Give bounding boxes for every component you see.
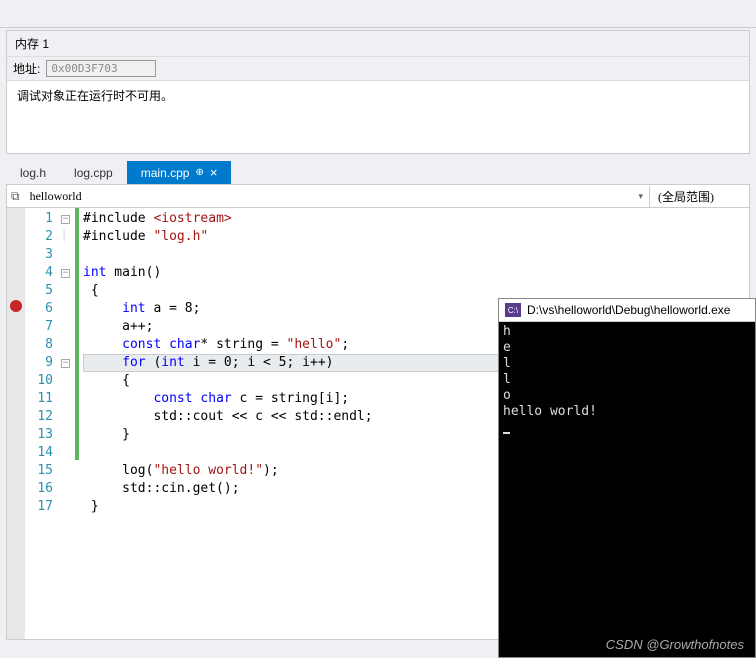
memory-address-label: 地址: [13,60,40,77]
fold-gutter[interactable]: −│−− [61,208,75,639]
memory-address-input[interactable] [46,60,156,77]
close-icon[interactable]: × [210,165,218,180]
memory-address-row: 地址: [7,57,749,81]
scope-dropdown-right[interactable]: (全局范围) [649,186,749,207]
tab-log-h[interactable]: log.h [6,162,60,184]
memory-panel: 内存 1 地址: 调试对象正在运行时不可用。 [6,30,750,154]
tab-log-cpp[interactable]: log.cpp [60,162,127,184]
editor-tabs: log.h log.cpp main.cpp ⊕ × [6,160,750,184]
console-icon: C:\ [505,303,521,317]
top-toolbar [0,0,756,28]
line-numbers: 1234567891011121314151617 [25,208,61,639]
watermark: CSDN @Growthofnotes [606,637,744,652]
console-title: D:\vs\helloworld\Debug\helloworld.exe [527,303,730,317]
tab-label: main.cpp [141,166,190,180]
memory-panel-title: 内存 1 [7,31,749,57]
breakpoint-gutter[interactable] [7,208,25,639]
memory-status-message: 调试对象正在运行时不可用。 [7,81,749,153]
project-icon: ⧉ [7,189,24,204]
chevron-down-icon[interactable]: ▾ [632,191,649,202]
console-window[interactable]: C:\ D:\vs\helloworld\Debug\helloworld.ex… [498,298,756,658]
console-output: hellohello world! [499,322,755,441]
navigation-bar: ⧉ helloworld ▾ (全局范围) [6,184,750,208]
pin-icon[interactable]: ⊕ [195,167,203,178]
scope-dropdown-left[interactable]: helloworld [24,187,633,206]
tab-main-cpp[interactable]: main.cpp ⊕ × [127,161,232,184]
console-titlebar[interactable]: C:\ D:\vs\helloworld\Debug\helloworld.ex… [499,299,755,322]
